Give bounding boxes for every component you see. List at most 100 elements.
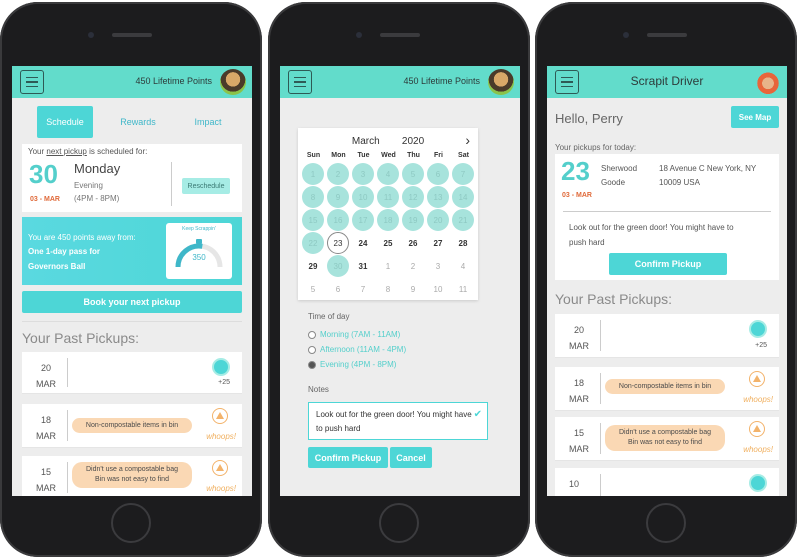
calendar-day[interactable]: 27 [427,232,449,254]
tab-impact[interactable]: Impact [180,106,236,138]
calendar-day[interactable]: 25 [377,232,399,254]
tab-rewards[interactable]: Rewards [109,106,167,138]
calendar-day[interactable]: 12 [402,186,424,208]
list-item[interactable]: 20 MAR +25 [22,352,242,394]
next-pickup-link[interactable]: next pickup [46,147,86,156]
calendar-day[interactable]: 9 [402,278,424,300]
calendar-day[interactable]: 16 [327,209,349,231]
list-item[interactable]: 18 MAR Non-compostable items in bin whoop… [22,404,242,448]
menu-icon[interactable] [20,70,44,94]
calendar-day[interactable]: 3 [427,255,449,277]
calendar-day[interactable]: 8 [302,186,324,208]
warning-icon [749,421,765,437]
pickup-note: Look out for the green door! You might h… [569,223,734,248]
calendar-day[interactable]: 7 [352,278,374,300]
weekday-label: Wed [381,152,396,159]
divider [600,474,601,496]
customer-name: Sherwood Goode [601,164,638,188]
date-label: 03 - MAR [30,196,60,203]
list-item[interactable]: 10 [555,468,779,496]
warning-icon [212,460,228,476]
calendar-day[interactable]: 2 [327,163,349,185]
menu-icon[interactable] [288,70,312,94]
calendar-day[interactable]: 20 [427,209,449,231]
calendar-day[interactable]: 6 [327,278,349,300]
driver-avatar[interactable] [755,69,781,95]
calendar-day[interactable]: 13 [427,186,449,208]
avatar[interactable] [220,69,246,95]
radio-evening[interactable]: Evening (4PM - 8PM) [308,360,396,369]
calendar-day[interactable]: 7 [452,163,474,185]
calendar-day[interactable]: 19 [402,209,424,231]
calendar-day[interactable]: 29 [302,255,324,277]
next-pickup-caption: Your next pickup is scheduled for: [28,147,148,156]
calendar-day[interactable]: 10 [352,186,374,208]
tab-schedule[interactable]: Schedule [37,106,93,138]
home-button[interactable] [379,503,419,543]
radio-morning[interactable]: Morning (7AM - 11AM) [308,330,400,339]
whoops-label: whoops! [743,395,773,404]
home-button[interactable] [646,503,686,543]
issue-badge: Non-compostable items in bin [605,379,725,394]
calendar-day[interactable]: 30 [327,255,349,277]
calendar-day[interactable]: 10 [427,278,449,300]
customer-address: 18 Avenue C New York, NY 10009 USA [659,164,757,188]
confirm-pickup-button[interactable]: Confirm Pickup [308,447,388,468]
calendar-day[interactable]: 17 [352,209,374,231]
calendar-day[interactable]: 4 [452,255,474,277]
pickup-date: 20 MAR [569,325,589,352]
top-bar: 450 Lifetime Points [12,66,252,98]
avatar[interactable] [488,69,514,95]
pickup-date: 18 MAR [569,378,589,405]
calendar-day[interactable]: 5 [302,278,324,300]
calendar-day[interactable]: 18 [377,209,399,231]
reschedule-button[interactable]: Reschedule [182,178,230,194]
calendar-day[interactable]: 11 [452,278,474,300]
divider [600,320,601,351]
divider [67,462,68,493]
list-item[interactable]: 18 MAR Non-compostable items in bin whoop… [555,367,779,411]
points-gauge: Keep Scrappin' 350 [166,223,232,279]
see-map-button[interactable]: See Map [731,106,779,128]
lifetime-points: 450 Lifetime Points [403,76,480,86]
next-month-icon[interactable]: › [465,132,470,148]
calendar-day[interactable]: 3 [352,163,374,185]
calendar-day[interactable]: 15 [302,209,324,231]
calendar-day[interactable]: 8 [377,278,399,300]
calendar-day[interactable]: 2 [402,255,424,277]
thumbs-up-icon [212,358,230,376]
calendar-day[interactable]: 11 [377,186,399,208]
lifetime-points: 450 Lifetime Points [135,76,212,86]
calendar-day[interactable]: 1 [377,255,399,277]
calendar-day[interactable]: 23 [327,232,349,254]
calendar-day[interactable]: 22 [302,232,324,254]
calendar-day[interactable]: 4 [377,163,399,185]
calendar-day[interactable]: 5 [402,163,424,185]
calendar-day[interactable]: 31 [352,255,374,277]
calendar-day[interactable]: 14 [452,186,474,208]
calendar-day[interactable]: 24 [352,232,374,254]
home-button[interactable] [111,503,151,543]
rewards-text: You are 450 points away from: One 1-day … [28,233,136,271]
weekday-label: Mon [331,152,346,159]
calendar-day[interactable]: 21 [452,209,474,231]
calendar-day[interactable]: 6 [427,163,449,185]
calendar-day[interactable]: 1 [302,163,324,185]
list-item[interactable]: 15 MAR Didn't use a compostable bag Bin wa… [22,456,242,496]
screen-calendar: 450 Lifetime Points March 2020 › Sun Mon T… [280,66,520,496]
book-pickup-button[interactable]: Book your next pickup [22,291,242,313]
cancel-button[interactable]: Cancel [390,447,432,468]
weekday-label: Fri [434,152,443,159]
calendar-day[interactable]: 26 [402,232,424,254]
gauge-arc [175,243,223,268]
notes-input[interactable]: Look out for the green door! You might h… [308,402,488,440]
list-item[interactable]: 15 MAR Didn't use a compostable bag Bin wa… [555,417,779,461]
calendar-day[interactable]: 9 [327,186,349,208]
warning-icon [212,408,228,424]
list-item[interactable]: 20 MAR +25 [555,314,779,358]
radio-afternoon[interactable]: Afternoon (11AM - 4PM) [308,345,406,354]
calendar-day[interactable]: 28 [452,232,474,254]
thumbs-up-icon [749,320,767,338]
screen-schedule: 450 Lifetime Points Schedule Rewards Imp… [12,66,252,496]
confirm-pickup-button[interactable]: Confirm Pickup [609,253,727,275]
